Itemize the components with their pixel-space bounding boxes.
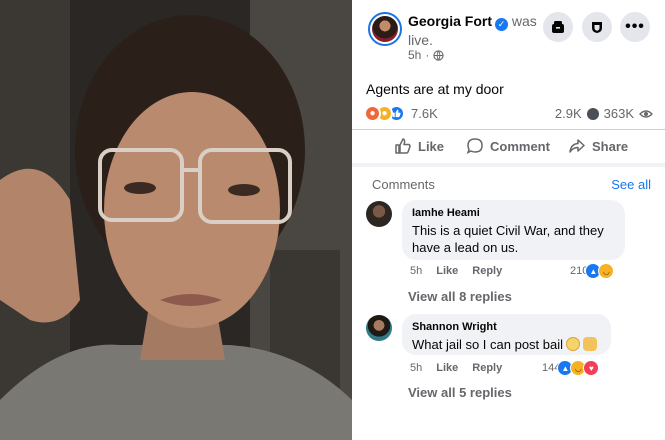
see-all-link[interactable]: See all — [611, 177, 651, 192]
comment-like-button[interactable]: Like — [436, 265, 458, 277]
more-options-button[interactable]: ••• — [620, 12, 650, 42]
view-count: 363K — [603, 106, 634, 121]
reaction-summary[interactable]: ● ● 7.6K — [364, 105, 438, 122]
eye-icon — [639, 109, 653, 118]
shield-button[interactable] — [582, 12, 612, 42]
verified-badge-icon: ✓ — [495, 18, 509, 31]
comments-heading: Comments — [372, 177, 435, 192]
section-separator — [352, 163, 665, 167]
comment-text-content: What jail so I can post bail — [412, 337, 564, 352]
comment-text: What jail so I can post bail — [412, 336, 601, 353]
share-label: Share — [592, 138, 629, 154]
comment-like-button[interactable]: Like — [436, 362, 458, 374]
commenter-avatar-icon — [586, 107, 599, 120]
comment-time: 5h — [410, 265, 423, 277]
love-reaction-icon: ♥ — [583, 360, 600, 376]
comment-button[interactable]: Comment — [466, 137, 550, 155]
comment-time: 5h — [410, 362, 423, 374]
author-name[interactable]: Georgia Fort — [408, 13, 492, 29]
comment-bubble-icon — [466, 138, 483, 154]
author-avatar[interactable] — [368, 12, 402, 46]
comment-meta: 5h Like Reply — [410, 362, 502, 374]
share-button[interactable]: Share — [568, 137, 628, 155]
like-button[interactable]: Like — [394, 137, 444, 155]
comment-bubble: Shannon Wright What jail so I can post b… — [402, 314, 611, 355]
post-meta: 5h · — [408, 48, 444, 62]
angry-reaction-icon: ● — [364, 105, 381, 122]
action-bar: Like Comment Share — [352, 130, 665, 160]
comment-count[interactable]: 2.9K — [555, 106, 582, 121]
view-replies-link[interactable]: View all 8 replies — [408, 289, 512, 304]
comment-reply-button[interactable]: Reply — [472, 265, 502, 277]
comment-text: This is a quiet Civil War, and they have… — [412, 223, 604, 255]
messenger-button[interactable] — [543, 12, 573, 42]
share-arrow-icon — [569, 139, 585, 153]
post-caption: Agents are at my door — [366, 81, 504, 97]
view-replies-link[interactable]: View all 5 replies — [408, 385, 512, 400]
comment-author[interactable]: Iamhe Heami — [412, 206, 615, 220]
commenter-avatar[interactable] — [366, 201, 392, 227]
post-time[interactable]: 5h — [408, 48, 421, 62]
comment-reactions[interactable]: 144 ▲ ◡ ♥ — [542, 360, 600, 376]
comment-reactions[interactable]: 210 ▲ ◡ — [570, 263, 615, 279]
live-video-frame[interactable] — [0, 0, 352, 440]
comment-reply-button[interactable]: Reply — [472, 362, 502, 374]
comment-bubble: Iamhe Heami This is a quiet Civil War, a… — [402, 200, 625, 260]
messenger-icon — [552, 21, 564, 33]
post-stats: 2.9K 363K — [555, 106, 653, 121]
commenter-avatar[interactable] — [366, 315, 392, 341]
haha-reaction-icon: ◡ — [598, 263, 615, 279]
video-still-image — [0, 0, 352, 440]
reaction-count: 7.6K — [411, 106, 438, 121]
globe-icon — [433, 49, 444, 61]
shield-icon — [592, 22, 602, 33]
comment-author[interactable]: Shannon Wright — [412, 320, 601, 334]
handshake-emoji-icon — [583, 337, 598, 351]
post-panel: Georgia Fort ✓ was live. 5h · ••• Agents … — [352, 0, 665, 440]
author-header: Georgia Fort ✓ was live. — [408, 12, 546, 50]
like-label: Like — [418, 138, 445, 154]
grimacing-emoji-icon — [566, 337, 581, 351]
comment-meta: 5h Like Reply — [410, 265, 502, 277]
thumbs-up-icon — [395, 138, 411, 154]
comment-label: Comment — [490, 138, 550, 154]
